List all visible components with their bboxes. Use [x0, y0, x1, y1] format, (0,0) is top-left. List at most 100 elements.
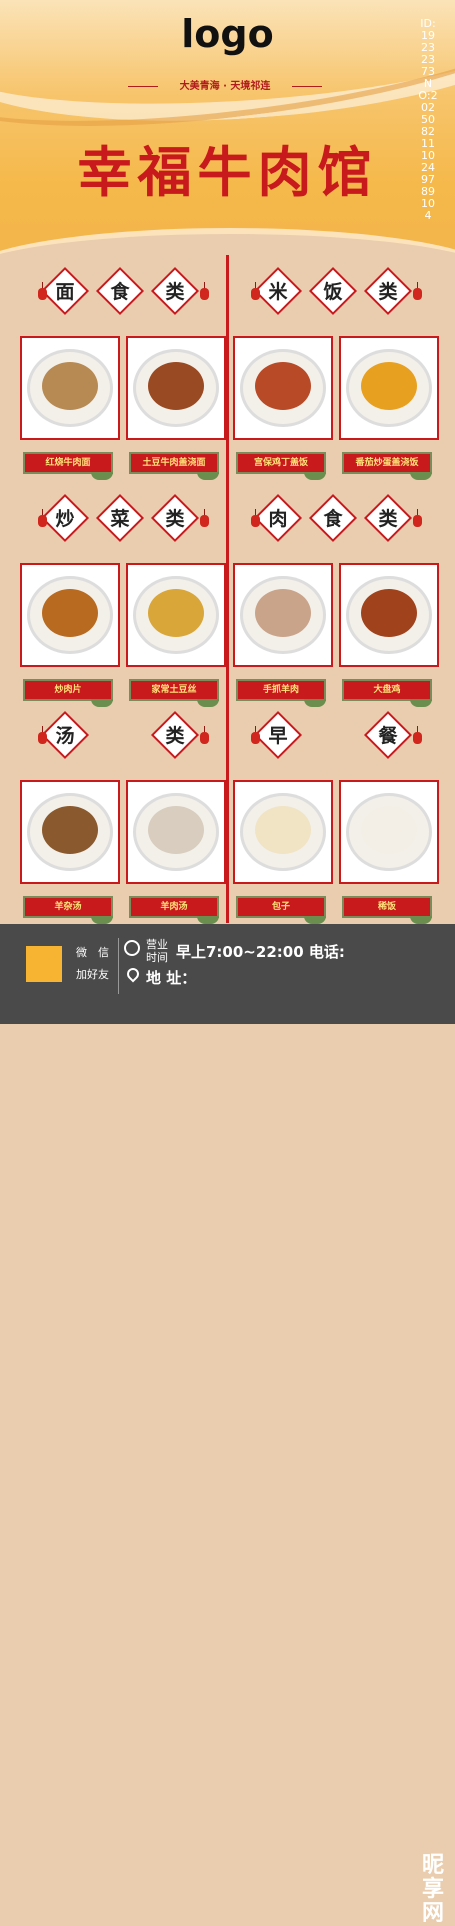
dish-plate	[243, 579, 323, 651]
dish-food	[42, 806, 98, 854]
dish-food	[255, 589, 311, 637]
dish-photo[interactable]	[126, 780, 226, 884]
dish-label: 手抓羊肉	[236, 679, 326, 707]
dish-food	[42, 589, 98, 637]
lantern-icon	[38, 726, 47, 744]
section-char-text: 食	[323, 508, 343, 530]
lantern-icon	[251, 282, 260, 300]
dish-label: 红烧牛肉面	[23, 452, 113, 480]
dish-plate	[136, 579, 216, 651]
dish-photo[interactable]	[339, 780, 439, 884]
lantern-icon	[200, 726, 209, 744]
section-header-stirfry: 炒菜类	[20, 493, 220, 543]
section-char-text: 菜	[110, 508, 130, 530]
dish-photo[interactable]	[20, 563, 120, 667]
dish-photo[interactable]	[339, 336, 439, 440]
section-char: 类	[363, 493, 413, 543]
dish-food	[361, 589, 417, 637]
dish-label: 宫保鸡丁盖饭	[236, 452, 326, 480]
dish-food	[148, 589, 204, 637]
lantern-icon	[413, 726, 422, 744]
dish-photo[interactable]	[20, 336, 120, 440]
dish-plate	[30, 579, 110, 651]
dish-label: 番茄炒蛋盖浇饭	[342, 452, 432, 480]
section-char: 餐	[363, 710, 413, 760]
page-title: 幸福牛肉馆	[77, 140, 378, 204]
add-friend-label: 加好友	[76, 968, 109, 981]
slogan: 大美青海 · 天境祁连	[128, 78, 322, 96]
lantern-icon	[251, 509, 260, 527]
section-char-text: 类	[165, 281, 185, 303]
section-char-text: 类	[378, 508, 398, 530]
section-header-rice: 米饭类	[233, 266, 433, 316]
lantern-icon	[38, 509, 47, 527]
dish-food	[255, 362, 311, 410]
section-char-text: 早	[268, 725, 288, 747]
dish-photo[interactable]	[126, 336, 226, 440]
dish-food	[148, 806, 204, 854]
dish-photo[interactable]	[233, 563, 333, 667]
divider	[118, 938, 119, 994]
section-char-text: 面	[55, 281, 75, 303]
dish-plate	[30, 796, 110, 868]
section-char-text: 饭	[323, 281, 343, 303]
lantern-icon	[413, 509, 422, 527]
dish-plate	[243, 796, 323, 868]
qr-code[interactable]	[26, 946, 62, 982]
dish-plate	[349, 352, 429, 424]
section-char-text: 餐	[378, 725, 398, 747]
dish-food	[42, 362, 98, 410]
lantern-icon	[38, 282, 47, 300]
dish-label: 稀饭	[342, 896, 432, 924]
section-char: 炒	[40, 493, 90, 543]
section-char: 类	[150, 493, 200, 543]
footer-bar: 微 信 加好友 营业 时间 早上7:00~22:00 电话: 地 址： 昵享网	[0, 924, 455, 1926]
watermark-id: ID:19232373 NO:20250821110249789104	[418, 17, 438, 222]
section-header-soup: 汤类	[20, 710, 220, 760]
section-header-noodles: 面食类	[20, 266, 220, 316]
section-char-text: 米	[268, 281, 288, 303]
dish-plate	[349, 579, 429, 651]
section-char: 类	[363, 266, 413, 316]
clock-icon	[124, 940, 140, 956]
location-pin-icon	[124, 965, 142, 983]
dish-photo[interactable]	[20, 780, 120, 884]
section-char-text: 类	[378, 281, 398, 303]
section-char: 肉	[253, 493, 303, 543]
lantern-icon	[251, 726, 260, 744]
logo: logo	[181, 12, 274, 56]
dish-label: 羊杂汤	[23, 896, 113, 924]
section-char: 类	[150, 710, 200, 760]
section-char-text: 类	[165, 725, 185, 747]
dish-label: 大盘鸡	[342, 679, 432, 707]
section-char: 食	[95, 266, 145, 316]
brand-watermark: 昵享网	[421, 1853, 444, 1926]
dish-plate	[30, 352, 110, 424]
section-char: 面	[40, 266, 90, 316]
dish-photo[interactable]	[339, 563, 439, 667]
section-char: 汤	[40, 710, 90, 760]
section-char: 早	[253, 710, 303, 760]
dish-plate	[136, 796, 216, 868]
section-header-meat: 肉食 类	[233, 493, 433, 543]
dish-photo[interactable]	[126, 563, 226, 667]
center-divider	[226, 255, 229, 923]
dish-food	[255, 806, 311, 854]
hours-phone: 早上7:00~22:00 电话:	[176, 943, 345, 961]
dish-label: 家常土豆丝	[129, 679, 219, 707]
lantern-icon	[200, 509, 209, 527]
dish-label: 土豆牛肉盖浇面	[129, 452, 219, 480]
dish-label: 炒肉片	[23, 679, 113, 707]
dish-plate	[136, 352, 216, 424]
section-char: 饭	[308, 266, 358, 316]
dish-photo[interactable]	[233, 780, 333, 884]
section-char-text: 汤	[55, 725, 75, 747]
section-header-breakfast: 早餐	[233, 710, 433, 760]
lantern-icon	[413, 282, 422, 300]
dish-plate	[349, 796, 429, 868]
lantern-icon	[200, 282, 209, 300]
section-char-text: 食	[110, 281, 130, 303]
dish-photo[interactable]	[233, 336, 333, 440]
dish-label: 包子	[236, 896, 326, 924]
dish-food	[361, 806, 417, 854]
